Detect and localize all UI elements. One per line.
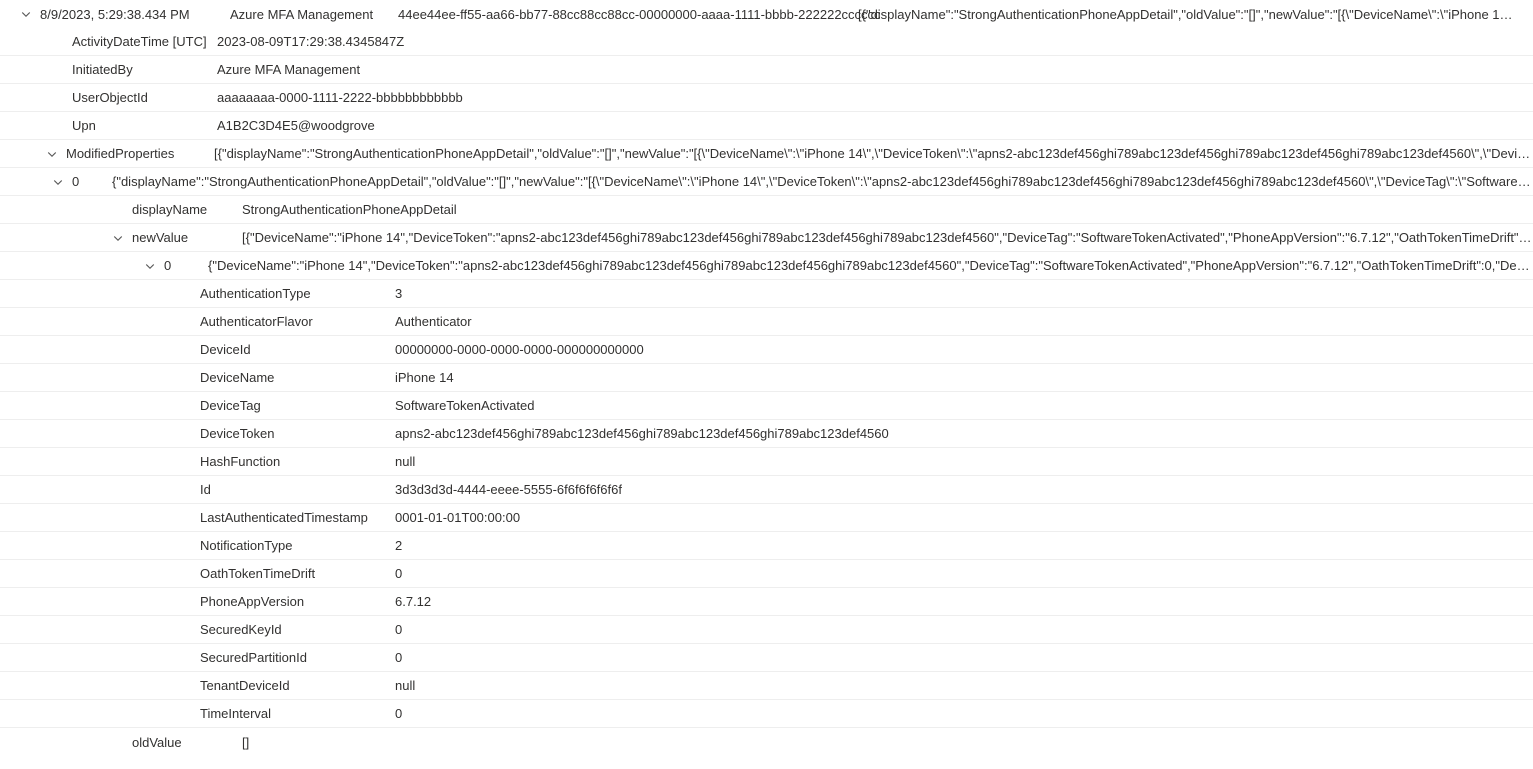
chevron-down-icon[interactable] <box>44 146 60 162</box>
field-notification-type: NotificationType 2 <box>0 532 1533 560</box>
field-phone-app-version: PhoneAppVersion 6.7.12 <box>0 588 1533 616</box>
field-id: Id 3d3d3d3d-4444-eeee-5555-6f6f6f6f6f6f <box>0 476 1533 504</box>
label-activity-datetime: ActivityDateTime [UTC] <box>72 34 217 49</box>
label-id: Id <box>200 482 395 497</box>
value-device-tag: SoftwareTokenActivated <box>395 398 534 413</box>
value-old-value: [] <box>242 735 249 750</box>
label-authentication-type: AuthenticationType <box>200 286 395 301</box>
field-authentication-type: AuthenticationType 3 <box>0 280 1533 308</box>
value-phone-app-version: 6.7.12 <box>395 594 431 609</box>
value-authenticator-flavor: Authenticator <box>395 314 472 329</box>
label-secured-key-id: SecuredKeyId <box>200 622 395 637</box>
field-new-value[interactable]: newValue [{"DeviceName":"iPhone 14","Dev… <box>0 224 1533 252</box>
field-secured-key-id: SecuredKeyId 0 <box>0 616 1533 644</box>
label-device-tag: DeviceTag <box>200 398 395 413</box>
value-upn: A1B2C3D4E5@woodgrove <box>217 118 375 133</box>
value-secured-key-id: 0 <box>395 622 402 637</box>
label-notification-type: NotificationType <box>200 538 395 553</box>
chevron-down-icon[interactable] <box>50 174 66 190</box>
chevron-down-icon[interactable] <box>142 258 158 274</box>
value-time-interval: 0 <box>395 706 402 721</box>
new-value-item-0[interactable]: 0 {"DeviceName":"iPhone 14","DeviceToken… <box>0 252 1533 280</box>
field-activity-datetime: ActivityDateTime [UTC] 2023-08-09T17:29:… <box>0 28 1533 56</box>
label-new-value-index-0: 0 <box>164 258 208 273</box>
value-modified-properties: [{"displayName":"StrongAuthenticationPho… <box>214 146 1533 161</box>
field-time-interval: TimeInterval 0 <box>0 700 1533 728</box>
chevron-down-icon[interactable] <box>18 6 34 22</box>
label-oath-token-time-drift: OathTokenTimeDrift <box>200 566 395 581</box>
top-correlation-id: 44ee44ee-ff55-aa66-bb77-88cc88cc88cc-000… <box>398 7 838 22</box>
field-device-tag: DeviceTag SoftwareTokenActivated <box>0 392 1533 420</box>
label-last-auth-timestamp: LastAuthenticatedTimestamp <box>200 510 395 525</box>
field-secured-partition-id: SecuredPartitionId 0 <box>0 644 1533 672</box>
label-device-token: DeviceToken <box>200 426 395 441</box>
top-summary: [{"displayName":"StrongAuthenticationPho… <box>858 7 1513 22</box>
top-service: Azure MFA Management <box>230 7 378 22</box>
field-oath-token-time-drift: OathTokenTimeDrift 0 <box>0 560 1533 588</box>
value-tenant-device-id: null <box>395 678 415 693</box>
value-display-name: StrongAuthenticationPhoneAppDetail <box>242 202 457 217</box>
label-index-0: 0 <box>72 174 112 189</box>
field-tenant-device-id: TenantDeviceId null <box>0 672 1533 700</box>
field-device-id: DeviceId 00000000-0000-0000-0000-0000000… <box>0 336 1533 364</box>
label-authenticator-flavor: AuthenticatorFlavor <box>200 314 395 329</box>
field-upn: Upn A1B2C3D4E5@woodgrove <box>0 112 1533 140</box>
value-device-token: apns2-abc123def456ghi789abc123def456ghi7… <box>395 426 889 441</box>
label-display-name: displayName <box>132 202 242 217</box>
value-secured-partition-id: 0 <box>395 650 402 665</box>
label-new-value: newValue <box>132 230 242 245</box>
value-new-value: [{"DeviceName":"iPhone 14","DeviceToken"… <box>242 230 1533 245</box>
value-hash-function: null <box>395 454 415 469</box>
value-initiated-by: Azure MFA Management <box>217 62 360 77</box>
field-user-object-id: UserObjectId aaaaaaaa-0000-1111-2222-bbb… <box>0 84 1533 112</box>
label-old-value: oldValue <box>132 735 242 750</box>
field-device-token: DeviceToken apns2-abc123def456ghi789abc1… <box>0 420 1533 448</box>
field-hash-function: HashFunction null <box>0 448 1533 476</box>
field-last-auth-timestamp: LastAuthenticatedTimestamp 0001-01-01T00… <box>0 504 1533 532</box>
label-device-name: DeviceName <box>200 370 395 385</box>
value-user-object-id: aaaaaaaa-0000-1111-2222-bbbbbbbbbbbb <box>217 90 463 105</box>
value-id: 3d3d3d3d-4444-eeee-5555-6f6f6f6f6f6f <box>395 482 622 497</box>
modified-item-0[interactable]: 0 {"displayName":"StrongAuthenticationPh… <box>0 168 1533 196</box>
top-timestamp: 8/9/2023, 5:29:38.434 PM <box>40 7 210 22</box>
value-activity-datetime: 2023-08-09T17:29:38.4345847Z <box>217 34 404 49</box>
value-notification-type: 2 <box>395 538 402 553</box>
field-old-value: oldValue [] <box>0 728 1533 756</box>
value-device-id: 00000000-0000-0000-0000-000000000000 <box>395 342 644 357</box>
label-device-id: DeviceId <box>200 342 395 357</box>
field-display-name: displayName StrongAuthenticationPhoneApp… <box>0 196 1533 224</box>
label-upn: Upn <box>72 118 217 133</box>
label-modified-properties: ModifiedProperties <box>66 146 214 161</box>
value-last-auth-timestamp: 0001-01-01T00:00:00 <box>395 510 520 525</box>
field-initiated-by: InitiatedBy Azure MFA Management <box>0 56 1533 84</box>
label-tenant-device-id: TenantDeviceId <box>200 678 395 693</box>
log-entry-header[interactable]: 8/9/2023, 5:29:38.434 PM Azure MFA Manag… <box>0 0 1533 28</box>
value-authentication-type: 3 <box>395 286 402 301</box>
label-phone-app-version: PhoneAppVersion <box>200 594 395 609</box>
label-initiated-by: InitiatedBy <box>72 62 217 77</box>
value-new-value-index-0: {"DeviceName":"iPhone 14","DeviceToken":… <box>208 258 1533 273</box>
label-user-object-id: UserObjectId <box>72 90 217 105</box>
field-modified-properties[interactable]: ModifiedProperties [{"displayName":"Stro… <box>0 140 1533 168</box>
label-secured-partition-id: SecuredPartitionId <box>200 650 395 665</box>
field-authenticator-flavor: AuthenticatorFlavor Authenticator <box>0 308 1533 336</box>
label-hash-function: HashFunction <box>200 454 395 469</box>
label-time-interval: TimeInterval <box>200 706 395 721</box>
field-device-name: DeviceName iPhone 14 <box>0 364 1533 392</box>
value-index-0: {"displayName":"StrongAuthenticationPhon… <box>112 174 1533 189</box>
value-oath-token-time-drift: 0 <box>395 566 402 581</box>
value-device-name: iPhone 14 <box>395 370 454 385</box>
chevron-down-icon[interactable] <box>110 230 126 246</box>
